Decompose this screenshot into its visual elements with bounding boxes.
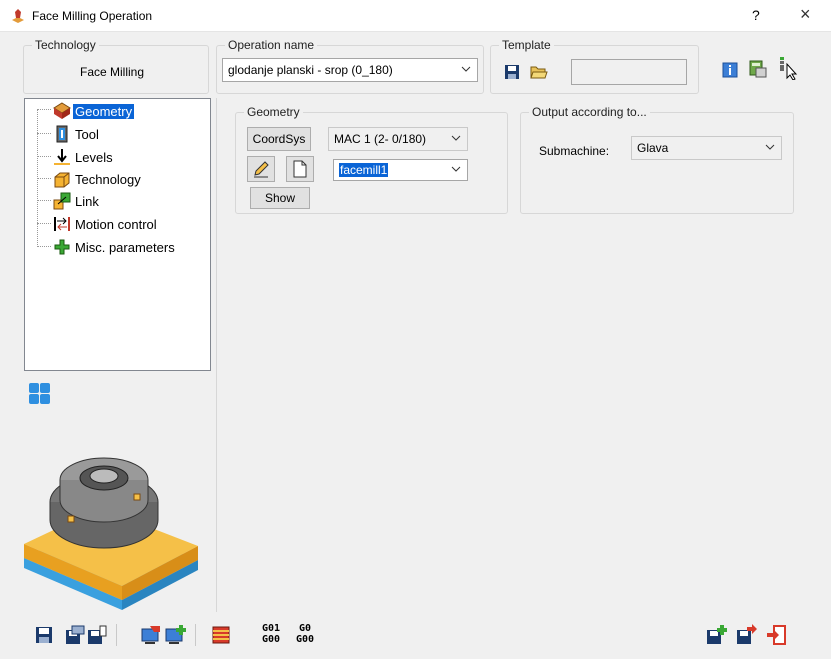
tree-item-label: Motion control bbox=[75, 217, 157, 232]
chevron-down-icon bbox=[765, 144, 775, 150]
tool-icon bbox=[56, 125, 68, 143]
info-icon[interactable] bbox=[722, 62, 738, 78]
tree-item-label: Levels bbox=[75, 150, 113, 165]
save-add-icon[interactable] bbox=[705, 624, 727, 646]
technology-legend: Technology bbox=[35, 38, 96, 52]
gcode-bottom-label: G00 bbox=[296, 634, 315, 645]
export-add-icon[interactable] bbox=[164, 624, 186, 646]
new-document-icon bbox=[293, 160, 307, 178]
select-cursor-icon[interactable] bbox=[777, 56, 801, 80]
operation-name-value: glodanje planski - srop (0_180) bbox=[228, 63, 393, 77]
app-icon bbox=[12, 9, 24, 23]
link-icon bbox=[53, 192, 71, 210]
misc-parameters-icon bbox=[54, 239, 70, 255]
gcode-top-label: G01 bbox=[262, 623, 281, 634]
save-template-icon[interactable] bbox=[504, 64, 520, 80]
chevron-down-icon bbox=[461, 66, 471, 72]
save-icon[interactable] bbox=[33, 624, 55, 646]
tree-item-misc-parameters[interactable]: Misc. parameters bbox=[25, 237, 210, 257]
submachine-value: Glava bbox=[637, 141, 669, 155]
tree-item-link[interactable]: Link bbox=[25, 191, 210, 211]
pencil-icon bbox=[254, 161, 269, 178]
geometry-combo[interactable]: facemill1 bbox=[333, 159, 468, 181]
save-all-icon[interactable] bbox=[64, 624, 86, 646]
tree-item-label: Geometry bbox=[73, 104, 135, 119]
tree-item-label: Technology bbox=[75, 172, 141, 187]
gcode-top-label: G0 bbox=[299, 623, 312, 634]
tree-item-technology[interactable]: Technology bbox=[25, 169, 210, 189]
close-button[interactable]: × bbox=[800, 4, 811, 25]
operation-name-legend: Operation name bbox=[228, 38, 315, 52]
tree-item-label: Tool bbox=[75, 127, 99, 142]
calculator-icon[interactable] bbox=[748, 59, 768, 79]
edit-geometry-button[interactable] bbox=[247, 156, 275, 182]
gcode-g00-button[interactable]: G0 G00 bbox=[296, 623, 314, 645]
face-milling-preview-image bbox=[24, 457, 198, 610]
gcode-g01-button[interactable]: G01 G00 bbox=[262, 623, 280, 645]
tree-item-label: Link bbox=[75, 194, 99, 209]
output-legend: Output according to... bbox=[532, 105, 647, 119]
coordsys-combo[interactable]: MAC 1 (2- 0/180) bbox=[328, 127, 468, 151]
levels-icon bbox=[54, 149, 70, 165]
technology-icon bbox=[54, 172, 70, 188]
open-template-icon[interactable] bbox=[530, 63, 548, 80]
tree-item-motion-control[interactable]: Motion control bbox=[25, 214, 210, 234]
tree-item-geometry[interactable]: Geometry bbox=[25, 101, 210, 121]
geometry-legend: Geometry bbox=[247, 105, 300, 119]
save-as-icon[interactable] bbox=[86, 624, 108, 646]
chevron-down-icon bbox=[451, 135, 461, 141]
stock-icon[interactable] bbox=[210, 624, 232, 646]
exit-icon[interactable] bbox=[765, 624, 787, 646]
template-field[interactable] bbox=[571, 59, 687, 85]
show-button[interactable]: Show bbox=[250, 187, 310, 209]
template-legend: Template bbox=[502, 38, 551, 52]
export-icon[interactable] bbox=[140, 624, 162, 646]
new-geometry-button[interactable] bbox=[286, 156, 314, 182]
geometry-icon bbox=[53, 102, 71, 119]
motion-control-icon bbox=[54, 217, 70, 231]
gcode-bottom-label: G00 bbox=[262, 634, 281, 645]
toolbar-separator bbox=[116, 624, 117, 646]
help-button[interactable]: ? bbox=[752, 7, 760, 23]
save-export-icon[interactable] bbox=[735, 624, 757, 646]
geometry-value: facemill1 bbox=[339, 163, 389, 177]
submachine-combo[interactable]: Glava bbox=[631, 136, 782, 160]
coordsys-value: MAC 1 (2- 0/180) bbox=[334, 132, 427, 146]
technology-value: Face Milling bbox=[80, 65, 145, 79]
coordsys-button[interactable]: CoordSys bbox=[247, 127, 311, 151]
toolbar-separator bbox=[195, 624, 196, 646]
tree-item-tool[interactable]: Tool bbox=[25, 124, 210, 144]
grid-view-icon[interactable] bbox=[29, 383, 50, 404]
tree-item-label: Misc. parameters bbox=[75, 240, 175, 255]
chevron-down-icon bbox=[451, 166, 461, 172]
tree-item-levels[interactable]: Levels bbox=[25, 147, 210, 167]
submachine-label: Submachine: bbox=[539, 144, 610, 158]
operation-tree[interactable]: Geometry Tool Levels Technology Link Mot… bbox=[24, 98, 211, 371]
operation-name-combo[interactable]: glodanje planski - srop (0_180) bbox=[222, 58, 478, 82]
window-title: Face Milling Operation bbox=[32, 9, 153, 23]
